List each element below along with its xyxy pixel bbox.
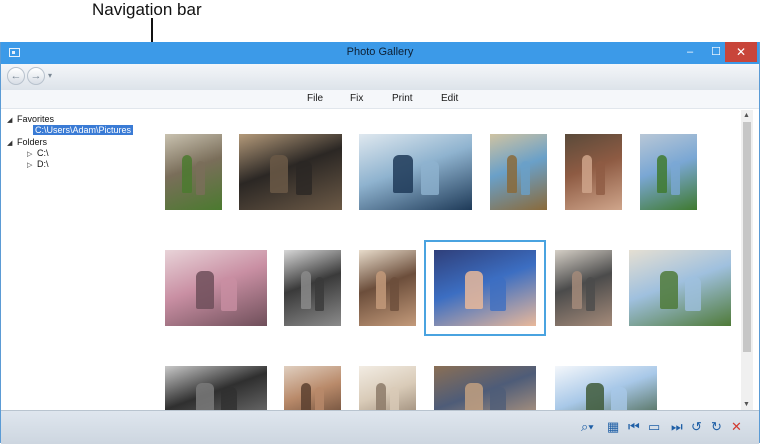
photo-thumbnail-woman-shelves[interactable] <box>284 366 341 410</box>
previous-icon[interactable]: ⏮ <box>628 420 640 434</box>
photo-thumbnail-car-seat[interactable] <box>165 366 267 410</box>
tree-node-c-drive[interactable]: ▷ C:\ <box>27 148 49 158</box>
photo-thumbnail-indoor-light[interactable] <box>359 366 416 410</box>
rotate-right-icon[interactable]: ↻ <box>711 420 722 434</box>
photo-thumbnail-kids-bench[interactable] <box>555 250 612 326</box>
photo-thumbnail-playground[interactable] <box>490 134 547 210</box>
slideshow-icon[interactable]: ▭ <box>648 420 660 434</box>
collapse-arrow-icon[interactable]: ▷ <box>27 150 37 158</box>
scroll-down-icon[interactable]: ▼ <box>743 401 750 408</box>
bottom-toolbar: ⌕▾ ▦ ⏮ ▭ ⏭ ↺ ↻ ✕ <box>1 410 759 444</box>
collapse-arrow-icon[interactable]: ▷ <box>27 161 37 169</box>
photo-gallery-grid <box>131 110 739 410</box>
photo-gallery-window: Photo Gallery – ☐ ✕ ← → ▾ File Fix Print… <box>0 42 760 444</box>
vertical-scrollbar[interactable]: ▲ ▼ <box>741 110 753 410</box>
title-bar: Photo Gallery – ☐ ✕ <box>1 42 759 64</box>
tree-node-folders[interactable]: ◢ Folders <box>7 137 47 147</box>
tree-label-favorites: Favorites <box>17 114 55 124</box>
back-button[interactable]: ← <box>7 67 25 85</box>
minimize-button[interactable]: – <box>677 42 703 62</box>
photo-thumbnail-kids-bench-2[interactable] <box>434 366 536 410</box>
scroll-thumb[interactable] <box>743 122 751 352</box>
photo-thumbnail-snow-trees[interactable] <box>555 366 657 410</box>
delete-icon[interactable]: ✕ <box>731 420 742 434</box>
expand-arrow-icon[interactable]: ◢ <box>7 116 17 124</box>
photo-thumbnail-selfie-family[interactable] <box>424 240 546 336</box>
navigation-bar: ← → ▾ <box>1 64 759 91</box>
photo-thumbnail-outdoor-table[interactable] <box>629 250 731 326</box>
menu-edit[interactable]: Edit <box>441 93 458 104</box>
zoom-icon[interactable]: ⌕▾ <box>581 420 594 434</box>
next-icon[interactable]: ⏭ <box>671 420 683 434</box>
tree-label-c-drive: C:\ <box>37 148 49 158</box>
photo-thumbnail-kids-on-bike[interactable] <box>165 134 222 210</box>
expand-arrow-icon[interactable]: ◢ <box>7 139 17 147</box>
tree-node-favorite-path[interactable]: C:\Users\Adam\Pictures <box>33 125 134 135</box>
photo-thumbnail-boy-field[interactable] <box>640 134 697 210</box>
tree-label-favorite-path: C:\Users\Adam\Pictures <box>33 125 134 135</box>
tree-node-favorites[interactable]: ◢ Favorites <box>7 114 54 124</box>
menu-fix[interactable]: Fix <box>350 93 363 104</box>
photo-thumbnail-family-table[interactable] <box>565 134 622 210</box>
tree-node-d-drive[interactable]: ▷ D:\ <box>27 159 49 169</box>
window-title: Photo Gallery <box>346 46 414 58</box>
photo-thumbnail-group-indoor[interactable] <box>239 134 342 210</box>
rotate-left-icon[interactable]: ↺ <box>691 420 702 434</box>
history-dropdown-icon[interactable]: ▾ <box>48 71 52 80</box>
forward-button[interactable]: → <box>27 67 45 85</box>
photo-thumbnail-lake-paddle[interactable] <box>359 134 472 210</box>
menu-bar: File Fix Print Edit <box>1 90 759 109</box>
scroll-up-icon[interactable]: ▲ <box>743 112 750 119</box>
tree-label-folders: Folders <box>17 137 48 147</box>
photo-thumbnail-car-ride[interactable] <box>284 250 341 326</box>
grid-icon[interactable]: ▦ <box>607 420 619 434</box>
tree-label-d-drive: D:\ <box>37 159 49 169</box>
menu-file[interactable]: File <box>307 93 323 104</box>
menu-print[interactable]: Print <box>392 93 413 104</box>
close-button[interactable]: ✕ <box>725 42 757 62</box>
photo-thumbnail-reading-kids[interactable] <box>359 250 416 326</box>
photo-thumbnail-party-room[interactable] <box>165 250 267 326</box>
